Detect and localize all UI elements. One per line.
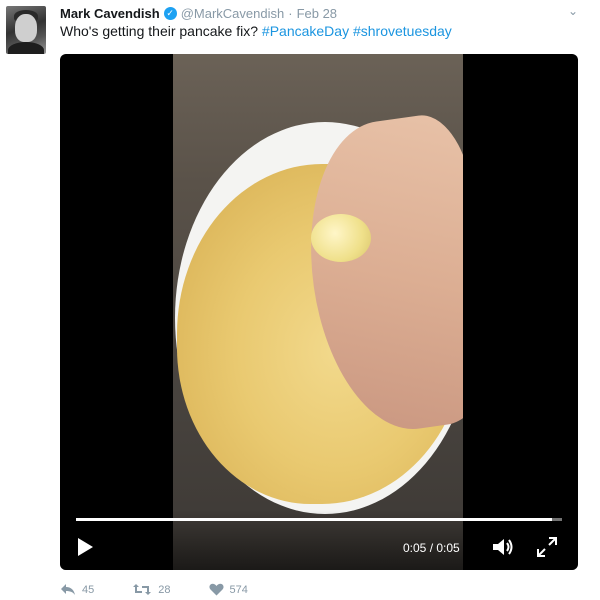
progress-fill	[76, 518, 553, 521]
volume-button[interactable]	[492, 538, 514, 556]
tweet-text: Who's getting their pancake fix? #Pancak…	[60, 23, 452, 39]
chevron-down-icon[interactable]: ⌄	[568, 4, 578, 18]
verified-badge-icon: ✓	[163, 6, 177, 20]
author-name[interactable]: Mark Cavendish	[60, 6, 160, 21]
time-readout: 0:05 / 0:05	[403, 541, 460, 555]
volume-icon	[493, 539, 513, 555]
reply-icon	[61, 584, 75, 595]
author-handle[interactable]: @MarkCavendish	[181, 6, 285, 21]
play-icon	[78, 538, 93, 556]
play-button[interactable]	[74, 536, 96, 558]
fullscreen-icon	[537, 537, 557, 557]
separator-dot: ·	[288, 5, 293, 21]
lemon-image	[311, 214, 371, 262]
hashtag-link[interactable]: #PancakeDay	[262, 23, 349, 39]
retweet-button[interactable]: 28	[132, 583, 171, 596]
avatar-face	[15, 14, 37, 42]
tweet-header: Mark Cavendish ✓ @MarkCavendish · Feb 28	[60, 4, 570, 22]
tweet-actions: 45 28 574	[60, 583, 286, 596]
avatar[interactable]	[6, 6, 46, 54]
retweet-count: 28	[158, 583, 171, 596]
avatar-shoulders	[8, 42, 44, 54]
tweet-date[interactable]: Feb 28	[297, 6, 337, 21]
like-count: 574	[229, 583, 248, 596]
fullscreen-button[interactable]	[536, 536, 558, 558]
tweet-text-body: Who's getting their pancake fix?	[60, 23, 262, 39]
like-button[interactable]: 574	[208, 583, 248, 596]
heart-icon	[208, 583, 224, 596]
progress-bar[interactable]	[76, 518, 562, 521]
reply-button[interactable]: 45	[60, 583, 94, 596]
reply-count: 45	[82, 583, 95, 596]
video-controls: 0:05 / 0:05	[60, 510, 578, 570]
video-frame	[173, 54, 463, 570]
retweet-icon	[133, 584, 152, 595]
hashtag-link[interactable]: #shrovetuesday	[353, 23, 452, 39]
video-player[interactable]: 0:05 / 0:05	[60, 54, 578, 570]
